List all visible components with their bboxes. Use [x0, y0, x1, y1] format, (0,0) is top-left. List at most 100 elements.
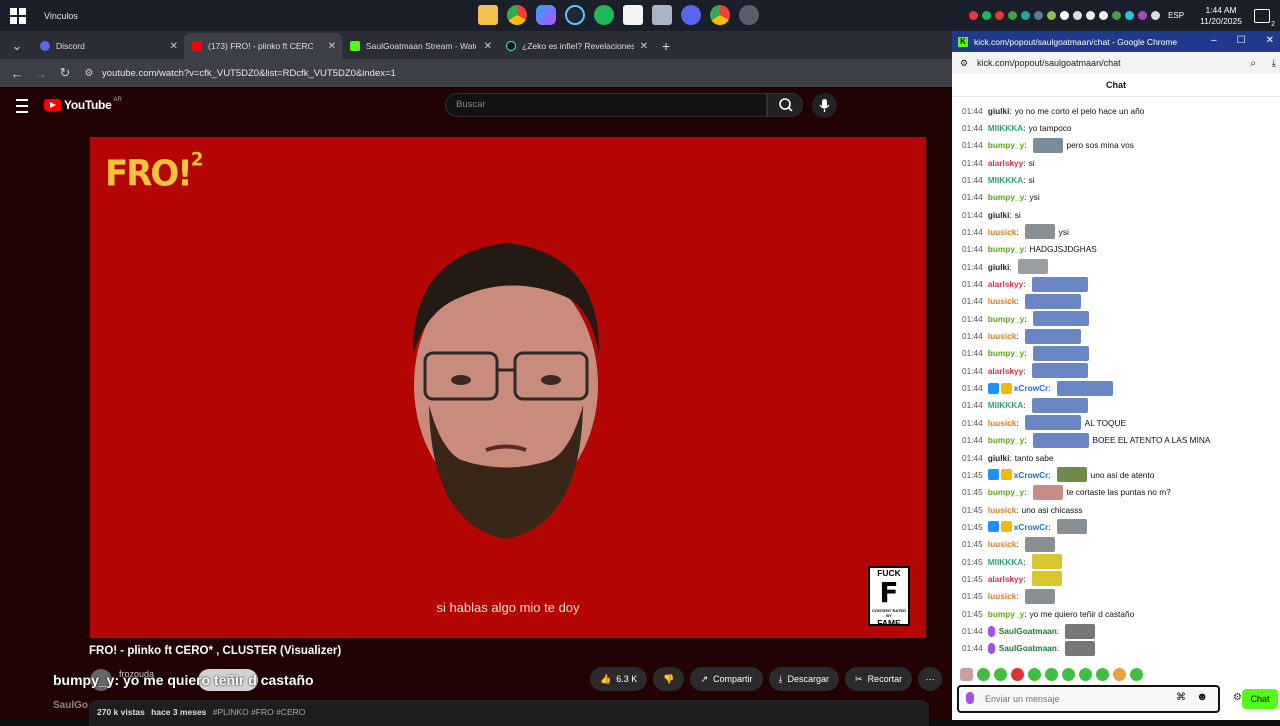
- message-username[interactable]: luusick: [988, 505, 1017, 515]
- message-username[interactable]: giulki: [988, 210, 1010, 220]
- chat-message[interactable]: 01:44 alarlskyy:: [962, 362, 1088, 379]
- message-username[interactable]: MIIKKKA: [988, 400, 1024, 410]
- spotify-icon[interactable]: [594, 5, 614, 25]
- tray-app-icon[interactable]: [1073, 11, 1083, 20]
- tray-app-icon[interactable]: [1060, 11, 1070, 20]
- message-username[interactable]: MIIKKKA: [988, 557, 1024, 567]
- message-username[interactable]: MIIKKKA: [988, 123, 1024, 133]
- youtube-logo[interactable]: YouTube AR: [44, 97, 122, 112]
- emote-icon[interactable]: [1011, 668, 1024, 681]
- chat-message[interactable]: 01:45 MIIKKKA:: [962, 553, 1062, 570]
- tray-app-icon[interactable]: [1034, 11, 1044, 20]
- tray-app-icon[interactable]: [995, 11, 1005, 20]
- close-tab-icon[interactable]: ✕: [170, 41, 178, 52]
- wifi-icon[interactable]: [1151, 11, 1161, 20]
- message-username[interactable]: alarlskyy: [988, 366, 1024, 376]
- message-username[interactable]: alarlskyy: [988, 574, 1024, 584]
- share-button[interactable]: ↗ Compartir: [690, 667, 763, 691]
- tray-spotify-icon[interactable]: [982, 11, 992, 20]
- notification-icon[interactable]: 2: [1254, 8, 1275, 28]
- message-username[interactable]: bumpy_y: [988, 192, 1024, 202]
- tray-app-icon[interactable]: [1125, 11, 1135, 20]
- tab-discord[interactable]: Discord ✕: [32, 33, 184, 59]
- chat-message-input[interactable]: [983, 693, 1177, 705]
- chat-url[interactable]: kick.com/popout/saulgoatmaan/chat: [977, 58, 1121, 68]
- tab-list-chevron-icon[interactable]: ⌄: [10, 33, 24, 59]
- message-username[interactable]: luusick: [988, 418, 1017, 428]
- message-username[interactable]: luusick: [988, 591, 1017, 601]
- close-tab-icon[interactable]: ✕: [484, 41, 492, 52]
- message-username[interactable]: alarlskyy: [988, 279, 1024, 289]
- url-field[interactable]: youtube.com/watch?v=cfk_VUT5DZ0&list=RDc…: [102, 68, 396, 79]
- hashtags[interactable]: #PLINKO #FRO #CERO: [213, 707, 306, 717]
- message-username[interactable]: luusick: [988, 227, 1017, 237]
- message-username[interactable]: bumpy_y: [988, 244, 1024, 254]
- chat-message[interactable]: 01:44 luusick:: [962, 328, 1081, 345]
- chat-message[interactable]: 01:44 bumpy_y: HADGJSJDGHAS: [962, 241, 1097, 258]
- message-username[interactable]: bumpy_y: [988, 348, 1024, 358]
- more-button[interactable]: ⋯: [918, 667, 943, 691]
- tab-youtube[interactable]: (173) FRO! - plinko ft CERO ✕: [184, 33, 342, 59]
- tab-kick[interactable]: SaulGoatmaan Stream - Watch ✕: [342, 33, 498, 59]
- microphone-icon[interactable]: [1086, 11, 1096, 20]
- close-tab-icon[interactable]: ✕: [640, 41, 648, 52]
- chrome-icon-2[interactable]: [710, 5, 730, 25]
- message-username[interactable]: xCrowCr: [1014, 470, 1049, 480]
- steam-icon[interactable]: [565, 5, 585, 25]
- chat-settings-icon[interactable]: ⚙: [1233, 692, 1242, 703]
- chat-message[interactable]: 01:44 bumpy_y:: [962, 345, 1089, 362]
- chat-message[interactable]: 01:44 SaulGoatmaan:: [962, 623, 1096, 640]
- menu-hamburger-icon[interactable]: [16, 99, 28, 113]
- site-info-icon[interactable]: ⚙: [960, 58, 968, 69]
- chat-messages[interactable]: 01:44 giulki: yo no me corto el pelo hace …: [952, 102, 1280, 672]
- message-username[interactable]: bumpy_y: [988, 314, 1024, 324]
- close-tab-icon[interactable]: ✕: [328, 41, 336, 52]
- tray-app-icon[interactable]: [1047, 11, 1057, 20]
- copilot-icon[interactable]: [536, 5, 556, 25]
- close-icon[interactable]: ✕: [1266, 35, 1274, 46]
- chat-input-box[interactable]: ⌘ ☻: [957, 685, 1220, 713]
- tray-app-icon[interactable]: [1008, 11, 1018, 20]
- chat-message[interactable]: 01:44 alarlskyy: si: [962, 154, 1035, 171]
- search-input[interactable]: Buscar: [445, 93, 767, 117]
- emote-icon[interactable]: [1079, 668, 1092, 681]
- minimize-icon[interactable]: –: [1211, 35, 1217, 46]
- chat-message[interactable]: 01:44 MIIKKKA:: [962, 397, 1088, 414]
- emote-picker-icon[interactable]: ⌘: [1176, 692, 1186, 703]
- message-username[interactable]: xCrowCr: [1014, 383, 1049, 393]
- message-username[interactable]: bumpy_y: [988, 435, 1024, 445]
- chat-message[interactable]: 01:44 alarlskyy:: [962, 276, 1088, 293]
- back-arrow-icon[interactable]: ←: [10, 66, 24, 81]
- windows-start-icon[interactable]: [10, 7, 26, 24]
- emote-icon[interactable]: [1062, 668, 1075, 681]
- message-username[interactable]: MIIKKKA: [988, 175, 1024, 185]
- tray-app-icon[interactable]: [1021, 11, 1031, 20]
- message-username[interactable]: bumpy_y: [988, 487, 1024, 497]
- reload-icon[interactable]: ↻: [58, 65, 72, 81]
- message-username[interactable]: giulki: [988, 453, 1010, 463]
- dislike-button[interactable]: 👎: [653, 667, 685, 691]
- chat-message[interactable]: 01:45 xCrowCr:: [962, 518, 1087, 535]
- chat-message[interactable]: 01:44 SaulGoatmaan:: [962, 640, 1096, 657]
- chat-message[interactable]: 01:44 giulki: yo no me corto el pelo hace …: [962, 102, 1144, 119]
- chat-message[interactable]: 01:44 giulki:: [962, 258, 1048, 275]
- chat-message[interactable]: 01:45 alarlskyy:: [962, 570, 1062, 587]
- emote-icon[interactable]: [977, 668, 990, 681]
- chat-message[interactable]: 01:44 MIIKKKA: yo tampoco: [962, 119, 1071, 136]
- store-icon[interactable]: [623, 5, 643, 25]
- search-button[interactable]: [767, 93, 803, 117]
- chat-message[interactable]: 01:44 bumpy_y: ysi: [962, 189, 1040, 206]
- chat-message[interactable]: 01:44 bumpy_y: BOEE EL ATENTO A LAS MINA: [962, 432, 1210, 449]
- message-username[interactable]: bumpy_y: [988, 140, 1024, 150]
- chrome-icon[interactable]: [507, 5, 527, 25]
- chat-message[interactable]: 01:45 xCrowCr: uno asi de atento: [962, 466, 1154, 483]
- chat-message[interactable]: 01:44 luusick:: [962, 293, 1081, 310]
- emote-icon[interactable]: [1045, 668, 1058, 681]
- chat-message[interactable]: 01:44 xCrowCr:: [962, 380, 1113, 397]
- like-button[interactable]: 👍 6.3 K: [590, 667, 648, 691]
- download-icon[interactable]: ⤓: [1272, 58, 1276, 69]
- new-tab-plus-icon[interactable]: +: [662, 33, 670, 59]
- download-button[interactable]: ⤓ Descargar: [768, 667, 840, 691]
- message-username[interactable]: alarlskyy: [988, 158, 1024, 168]
- chat-message[interactable]: 01:44 bumpy_y: pero sos mina vos: [962, 137, 1134, 154]
